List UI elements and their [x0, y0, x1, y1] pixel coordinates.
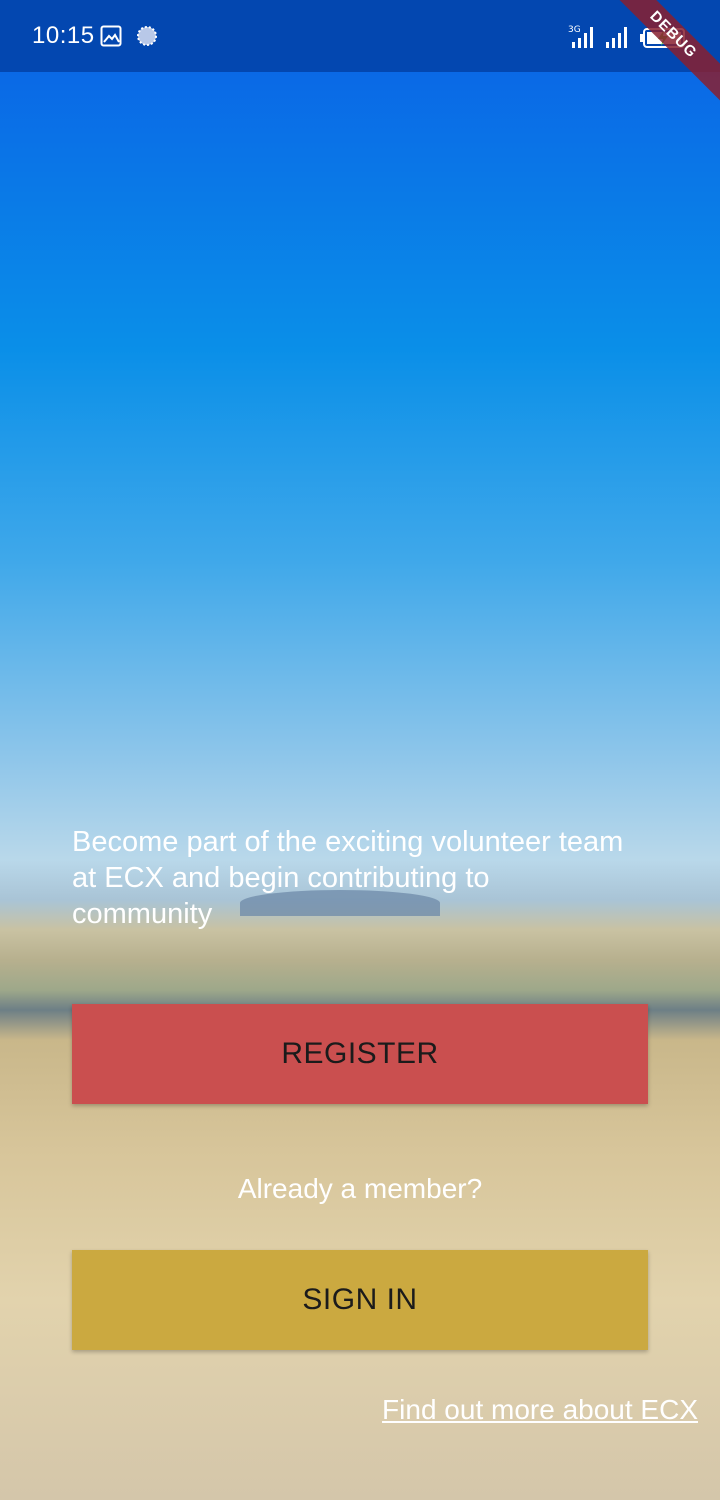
svg-text:3G: 3G: [568, 25, 581, 35]
loading-icon: [137, 26, 157, 46]
find-out-more-link[interactable]: Find out more about ECX: [382, 1394, 698, 1426]
status-time: 10:15: [32, 22, 95, 49]
sign-in-button[interactable]: SIGN IN: [72, 1250, 648, 1350]
member-prompt: Already a member?: [237, 1173, 483, 1204]
signal-icon: [606, 27, 627, 48]
register-button[interactable]: REGISTER: [72, 1004, 648, 1104]
intro-tagline: Become part of the exciting volunteer te…: [72, 826, 624, 930]
image-icon: [100, 25, 122, 47]
status-bar: 10:15 3G: [0, 0, 720, 72]
signal-3g-icon: 3G: [568, 25, 593, 48]
